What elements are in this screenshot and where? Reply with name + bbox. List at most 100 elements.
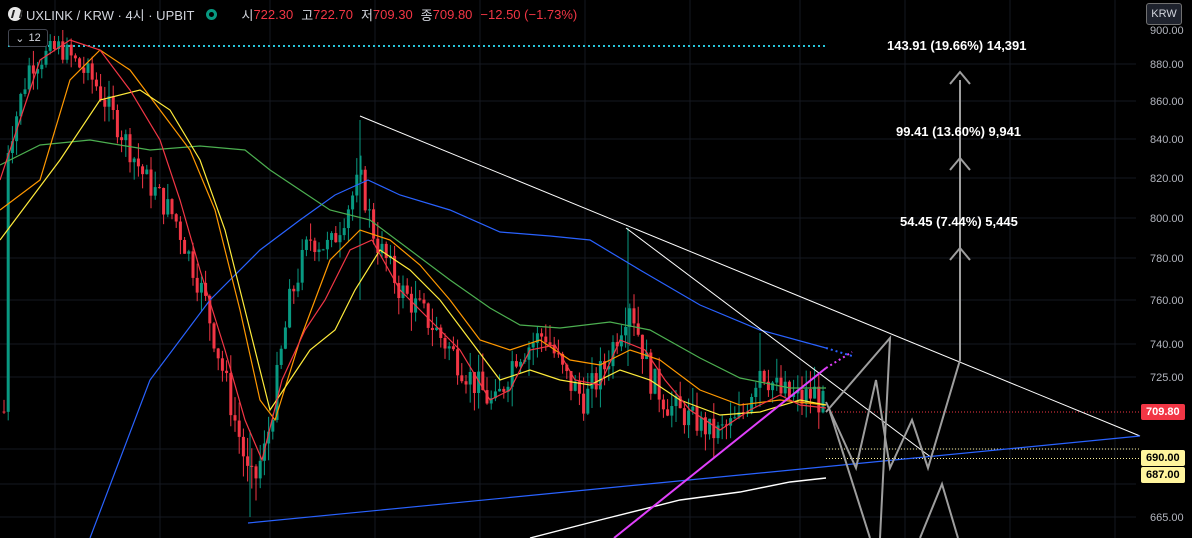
- candle-body: [241, 436, 245, 457]
- candle-body: [426, 303, 430, 328]
- candle-body: [666, 409, 670, 416]
- candle-body: [460, 375, 464, 382]
- price-chart[interactable]: 665.00 725.00 740.00 760.00 780.00 800.00 820.…: [0, 0, 1192, 538]
- candle-body: [229, 373, 233, 416]
- candle-body: [342, 228, 346, 236]
- candle-body: [351, 195, 355, 210]
- candle-body: [590, 373, 594, 389]
- candle-body: [254, 466, 258, 479]
- symbol-title[interactable]: UXLINK / KRW · 4시 · UPBIT: [26, 5, 194, 24]
- candle-body: [632, 308, 636, 324]
- candle-body: [363, 169, 367, 211]
- candle-body: [157, 187, 161, 189]
- candle-body: [233, 415, 237, 421]
- candle-body: [296, 282, 300, 292]
- candle-body: [124, 134, 128, 141]
- trend-line: [359, 115, 1141, 437]
- candle-body: [808, 389, 812, 399]
- candle-body: [115, 109, 119, 138]
- open-label: 시: [241, 7, 254, 23]
- candle-body: [586, 388, 590, 414]
- y-axis-tick-label: 820.00: [1150, 173, 1184, 185]
- candle-body: [170, 199, 174, 215]
- candle-body: [94, 79, 98, 87]
- candle-body: [132, 158, 136, 163]
- candle-body: [73, 55, 77, 59]
- uxlink-logo-icon: [8, 7, 22, 21]
- y-axis-tick-label: 800.00: [1150, 213, 1184, 225]
- candle-body: [821, 390, 825, 413]
- candle-body: [754, 387, 758, 397]
- candle-body: [687, 410, 691, 426]
- candle-body: [321, 249, 325, 251]
- trend-line: [613, 367, 827, 538]
- candle-body: [162, 187, 166, 215]
- high-label: 고: [301, 7, 314, 23]
- candle-body: [141, 166, 145, 175]
- candle-body: [464, 381, 468, 385]
- close-value: 709.80: [432, 6, 473, 22]
- symbol-header: UXLINK / KRW · 4시 · UPBIT 시 722.30 고 722.7…: [8, 5, 577, 23]
- currency-button[interactable]: KRW: [1146, 3, 1182, 25]
- candle-body: [309, 239, 313, 241]
- candle-body: [762, 370, 766, 382]
- candle-body: [191, 251, 195, 278]
- candle-body: [27, 65, 31, 90]
- y-axis-tick-label: 665.00: [1150, 512, 1184, 524]
- candle-body: [430, 327, 434, 331]
- candle-body: [405, 285, 409, 294]
- support-level-tag: 690.00: [1141, 450, 1185, 466]
- candle-body: [111, 96, 115, 110]
- candle-body: [636, 323, 640, 335]
- last-price-tag: 709.80: [1141, 404, 1185, 420]
- candle-body: [502, 388, 506, 392]
- candle-body: [237, 420, 241, 437]
- market-open-status-icon: [206, 8, 218, 20]
- projection-path: [825, 335, 892, 538]
- candle-body: [695, 406, 699, 431]
- candle-body: [52, 40, 56, 50]
- y-axis-tick-label: 860.00: [1150, 96, 1184, 108]
- candle-body: [153, 187, 157, 196]
- candle-body: [225, 370, 229, 374]
- candle-body: [720, 424, 724, 426]
- candle-body: [90, 63, 94, 80]
- candle-body: [199, 282, 203, 293]
- measure-annotation: 54.45 (7.44%) 5,445: [900, 214, 1018, 229]
- y-axis-tick-label: 880.00: [1150, 59, 1184, 71]
- candle-body: [787, 381, 791, 397]
- candle-body: [544, 336, 548, 343]
- moving-average-line: [0, 39, 827, 462]
- candle-body: [330, 233, 334, 240]
- candle-body: [540, 333, 544, 337]
- candle-body: [212, 323, 216, 349]
- low-label: 저: [360, 7, 373, 23]
- candle-body: [346, 209, 350, 229]
- candle-body: [128, 134, 132, 163]
- candle-body: [40, 64, 44, 70]
- candle-body: [300, 249, 304, 283]
- candle-body: [548, 342, 552, 346]
- moving-average-line: [0, 49, 827, 422]
- candle-body: [258, 460, 262, 479]
- candle-body: [624, 326, 628, 336]
- candle-body: [712, 418, 716, 439]
- candle-body: [733, 417, 737, 419]
- chevron-down-icon: ⌄: [15, 32, 25, 45]
- measure-annotation: 99.41 (13.60%) 9,941: [896, 124, 1021, 139]
- candle-body: [6, 153, 10, 412]
- candle-body: [216, 348, 220, 359]
- candle-body: [187, 251, 191, 254]
- candle-body: [708, 418, 712, 435]
- candle-body: [443, 337, 447, 349]
- candle-body: [775, 377, 779, 383]
- candle-body: [292, 288, 296, 292]
- candle-body: [82, 67, 86, 73]
- y-axis-tick-label: 740.00: [1150, 339, 1184, 351]
- candle-body: [451, 346, 455, 350]
- candle-body: [149, 169, 153, 196]
- y-axis-tick-label: 760.00: [1150, 295, 1184, 307]
- trend-line: [825, 351, 853, 369]
- support-level-tag: 687.00: [1141, 467, 1185, 483]
- indicators-toggle-button[interactable]: ⌄ 12: [8, 29, 48, 47]
